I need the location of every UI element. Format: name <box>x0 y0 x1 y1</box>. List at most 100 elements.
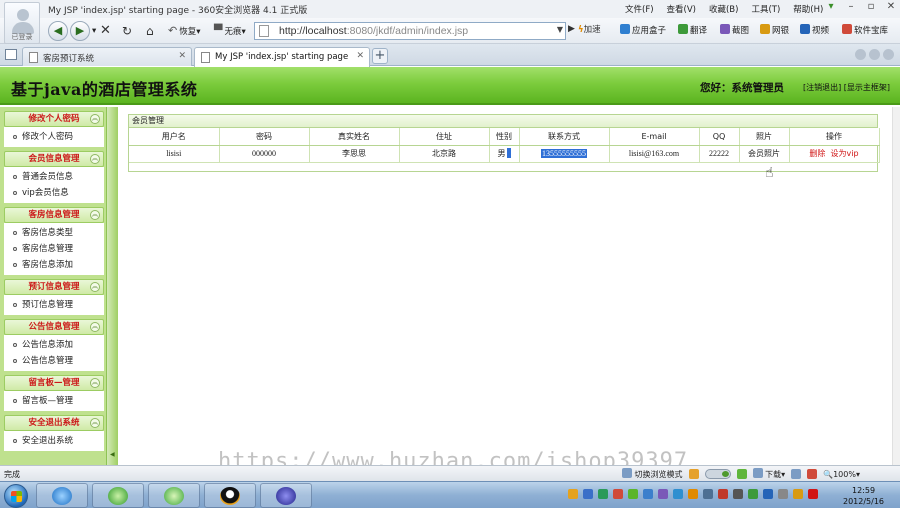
menu-tools[interactable]: 工具(T) <box>751 3 780 15</box>
ext-video[interactable]: 视频 <box>800 24 829 36</box>
collapse-chevron-icon[interactable]: ︽ <box>90 282 100 292</box>
system-clock[interactable]: 12:59 2012/5/16 <box>843 485 884 507</box>
tray-icon[interactable] <box>613 489 623 499</box>
tray-icon[interactable] <box>628 489 638 499</box>
vertical-scrollbar[interactable] <box>892 107 900 465</box>
collapse-chevron-icon[interactable]: ︽ <box>90 378 100 388</box>
sidebar-toggle-icon[interactable] <box>5 49 17 60</box>
tray-icon[interactable] <box>748 489 758 499</box>
switch-mode-button[interactable]: 切换浏览模式 <box>622 468 683 480</box>
menu-group-header[interactable]: 修改个人密码 ︽ <box>4 111 104 127</box>
menu-item[interactable]: 客房信息添加 <box>4 257 104 273</box>
taskbar-360-browser[interactable] <box>92 483 144 508</box>
menu-group-header[interactable]: 公告信息管理 ︽ <box>4 319 104 335</box>
menu-group-header[interactable]: 会员信息管理 ︽ <box>4 151 104 167</box>
home-frame-link[interactable]: [显示主框架] <box>844 83 890 92</box>
menu-item[interactable]: 安全退出系统 <box>4 433 104 449</box>
collapse-arrow-icon[interactable]: ◀ <box>110 451 115 458</box>
accelerate-button[interactable]: ϟ加速 <box>578 23 601 35</box>
tab-scroll-right-icon[interactable] <box>869 49 880 60</box>
menu-item[interactable]: 公告信息管理 <box>4 353 104 369</box>
forward-button[interactable]: ▶ <box>70 21 90 41</box>
tray-icon[interactable] <box>793 489 803 499</box>
refresh-icon[interactable]: ↻ <box>122 23 132 39</box>
menu-item[interactable]: 修改个人密码 <box>4 129 104 145</box>
collapse-chevron-icon[interactable]: ︽ <box>90 210 100 220</box>
mode-toggle[interactable] <box>704 469 731 479</box>
restore-button[interactable]: ↶ 恢复▾ <box>168 23 201 39</box>
address-dropdown-icon[interactable]: ▼ <box>557 25 563 34</box>
new-tab-button[interactable]: + <box>372 48 388 64</box>
tray-icon[interactable] <box>703 489 713 499</box>
ext-translate[interactable]: 翻译 <box>678 24 707 36</box>
go-button[interactable]: ▶ <box>568 24 575 34</box>
tray-icon[interactable] <box>733 489 743 499</box>
menu-view[interactable]: 查看(V) <box>667 3 696 15</box>
delete-link[interactable]: 删除 <box>809 149 825 158</box>
collapse-chevron-icon[interactable]: ︽ <box>90 154 100 164</box>
taskbar-qq[interactable] <box>204 483 256 508</box>
tray-icon[interactable] <box>583 489 593 499</box>
tray-icon[interactable] <box>688 489 698 499</box>
start-button[interactable] <box>4 484 28 508</box>
menu-favorites[interactable]: 收藏(B) <box>709 3 738 15</box>
menu-item[interactable]: 普通会员信息 <box>4 169 104 185</box>
set-vip-link[interactable]: 设为vip <box>831 149 859 158</box>
ext-banking[interactable]: 网银 <box>760 24 789 36</box>
tray-icon[interactable] <box>808 489 818 499</box>
tray-icon[interactable] <box>673 489 683 499</box>
menu-group-header[interactable]: 留言板—管理 ︽ <box>4 375 104 391</box>
zoom-control[interactable]: 🔍100%▾ <box>823 470 860 479</box>
menu-item[interactable]: 公告信息添加 <box>4 337 104 353</box>
minimize-button[interactable]: – <box>846 1 856 12</box>
pin-icon[interactable]: ▾ <box>826 1 836 12</box>
grid-icon[interactable] <box>736 469 747 479</box>
ext-software[interactable]: 软件宝库 <box>842 24 888 36</box>
close-tab-icon[interactable]: ✕ <box>356 51 364 61</box>
menu-file[interactable]: 文件(F) <box>625 3 654 15</box>
collapse-chevron-icon[interactable]: ︽ <box>90 114 100 124</box>
menu-item[interactable]: vip会员信息 <box>4 185 104 201</box>
stop-icon[interactable]: ✕ <box>100 23 111 39</box>
menu-group-header[interactable]: 预订信息管理 ︽ <box>4 279 104 295</box>
taskbar-app-green[interactable] <box>148 483 200 508</box>
collapse-chevron-icon[interactable]: ︽ <box>90 322 100 332</box>
tab-hotel-booking[interactable]: 客房预订系统 ✕ <box>22 47 192 66</box>
tray-icon[interactable] <box>643 489 653 499</box>
tray-icon[interactable] <box>763 489 773 499</box>
logout-link[interactable]: [注销退出] <box>803 83 841 92</box>
close-button[interactable]: ✕ <box>886 1 896 12</box>
menu-item[interactable]: 留言板—管理 <box>4 393 104 409</box>
maximize-button[interactable]: ▫ <box>866 1 876 12</box>
address-bar[interactable]: http://localhost:8080/jkdf/admin/index.j… <box>254 22 566 40</box>
menu-group-header[interactable]: 安全退出系统 ︽ <box>4 415 104 431</box>
ext-screenshot[interactable]: 截图 <box>720 24 749 36</box>
taskbar-eclipse[interactable] <box>260 483 312 508</box>
ext-app-box[interactable]: 应用盒子 <box>620 24 666 36</box>
tab-index-page[interactable]: My JSP 'index.jsp' starting page ✕ <box>194 47 370 67</box>
menu-group-header[interactable]: 客房信息管理 ︽ <box>4 207 104 223</box>
tab-list-icon[interactable] <box>883 49 894 60</box>
collapse-chevron-icon[interactable]: ︽ <box>90 418 100 428</box>
menu-item[interactable]: 客房信息类型 <box>4 225 104 241</box>
tray-icon[interactable] <box>658 489 668 499</box>
download-button[interactable]: 下载▾ <box>752 468 785 480</box>
tray-icon[interactable] <box>568 489 578 499</box>
security-icon[interactable] <box>688 469 699 479</box>
member-photo-link[interactable]: 会员照片 <box>748 149 780 158</box>
history-dropdown[interactable]: ▾ <box>92 23 96 39</box>
tray-icon[interactable] <box>598 489 608 499</box>
menu-item[interactable]: 预订信息管理 <box>4 297 104 313</box>
no-trace-button[interactable]: ▀ 无痕▾ <box>214 23 246 39</box>
home-icon[interactable]: ⌂ <box>146 23 154 39</box>
taskbar-ie[interactable] <box>36 483 88 508</box>
frame-splitter[interactable]: ◀ <box>106 107 118 465</box>
back-button[interactable]: ◀ <box>48 21 68 41</box>
sound-icon[interactable] <box>807 469 818 479</box>
tray-icon[interactable] <box>718 489 728 499</box>
menu-help[interactable]: 帮助(H) <box>793 3 823 15</box>
tab-scroll-left-icon[interactable] <box>855 49 866 60</box>
close-tab-icon[interactable]: ✕ <box>178 51 186 61</box>
menu-item[interactable]: 客房信息管理 <box>4 241 104 257</box>
user-avatar[interactable]: 已登录 <box>4 2 40 44</box>
